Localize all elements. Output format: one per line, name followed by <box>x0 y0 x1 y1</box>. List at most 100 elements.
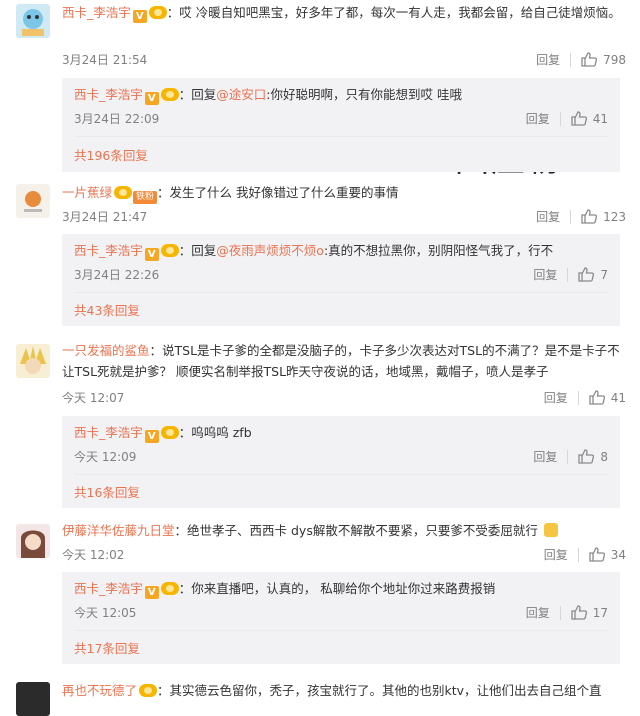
comment-username[interactable]: 一片蕉绿 <box>62 185 112 200</box>
reply-button[interactable]: 回复 <box>544 389 568 406</box>
reply-prefix: ：你来直播吧，认真的， 私聊给你个地址你过来路费报销 <box>178 581 496 596</box>
avatar[interactable] <box>16 184 50 218</box>
divider <box>577 547 579 562</box>
verified-icon: V <box>144 248 159 261</box>
divider <box>74 630 608 631</box>
verified-icon: V <box>144 92 159 105</box>
reply-item: 西卡_李浩宇 V ：你来直播吧，认真的， 私聊给你个地址你过来路费报销 今天 12:… <box>74 578 608 620</box>
reply-item: 西卡_李浩宇 V ：回复@途安口:你好聪明啊，只有你能想到哎 哇哦 3月24日 22… <box>74 84 608 126</box>
reply-button[interactable]: 回复 <box>536 51 560 68</box>
reply-button[interactable]: 回复 <box>533 266 557 283</box>
like-count: 7 <box>600 267 608 282</box>
reply-username[interactable]: 西卡_李浩宇 <box>74 243 143 258</box>
like-button[interactable]: 8 <box>578 449 608 464</box>
divider <box>74 136 608 137</box>
comment-time: 今天 12:02 <box>62 548 125 562</box>
member-icon <box>160 88 179 101</box>
comment-text: ：其实德云色留你，秃子，孩宝就行了。其他的也别ktv，让他们出去自己组个直 <box>157 683 602 698</box>
divider <box>570 52 572 67</box>
reply-button[interactable]: 回复 <box>526 604 550 621</box>
like-button[interactable]: 41 <box>589 390 626 405</box>
reply-username[interactable]: 西卡_李浩宇 <box>74 425 143 440</box>
reply-item: 西卡_李浩宇 V ：回复@夜雨声烦烦不烦o:真的不想拉黑你，别阴阳怪气我了，行不 3… <box>74 240 608 282</box>
like-button[interactable]: 798 <box>581 52 626 67</box>
divider <box>570 209 572 224</box>
comment-text: ：绝世孝子、西西卡 dys解散不解散不要紧，只要爹不受委屈就行 <box>174 523 538 538</box>
like-button[interactable]: 123 <box>581 209 626 224</box>
divider <box>74 292 608 293</box>
divider <box>74 474 608 475</box>
member-icon <box>160 426 179 439</box>
more-replies-link[interactable]: 共17条回复 <box>74 638 140 657</box>
divider <box>567 449 569 464</box>
thumbs-up-icon <box>571 605 587 620</box>
like-button[interactable]: 41 <box>571 111 608 126</box>
comment-text: ：发生了什么 我好像错过了什么重要的事情 <box>157 185 399 200</box>
avatar[interactable] <box>16 524 50 558</box>
like-button[interactable]: 34 <box>589 547 626 562</box>
avatar[interactable] <box>16 4 50 38</box>
reply-button[interactable]: 回复 <box>536 208 560 225</box>
thumbs-up-icon <box>571 111 587 126</box>
comment-username[interactable]: 再也不玩德了 <box>62 683 137 698</box>
divider <box>559 111 561 126</box>
more-replies-link[interactable]: 共16条回复 <box>74 482 140 501</box>
thumbs-up-icon <box>578 449 595 464</box>
member-icon <box>160 244 179 257</box>
avatar[interactable] <box>16 344 50 378</box>
reply-button[interactable]: 回复 <box>533 448 557 465</box>
reply-username[interactable]: 西卡_李浩宇 <box>74 87 143 102</box>
like-count: 41 <box>610 390 626 405</box>
reply-button[interactable]: 回复 <box>544 546 568 563</box>
fan-badge: 铁粉 <box>133 191 158 204</box>
reply-username[interactable]: 西卡_李浩宇 <box>74 581 143 596</box>
divider <box>559 605 561 620</box>
thumbs-up-icon <box>581 209 598 224</box>
like-button[interactable]: 7 <box>578 267 608 282</box>
thumbs-up-icon <box>578 267 595 282</box>
mention-link[interactable]: @夜雨声烦烦不烦o <box>216 243 324 258</box>
like-count: 798 <box>603 52 626 67</box>
comment-username[interactable]: 伊藤洋华佐藤九日堂 <box>62 523 175 538</box>
more-replies-link[interactable]: 共196条回复 <box>74 145 148 164</box>
reply-time: 今天 12:05 <box>74 606 137 620</box>
reply-time: 3月24日 22:09 <box>74 112 160 126</box>
comment-time: 3月24日 21:54 <box>62 53 148 67</box>
member-icon <box>114 186 133 199</box>
mention-link[interactable]: @途安口 <box>216 87 266 102</box>
member-icon <box>148 6 167 19</box>
comment-time: 今天 12:07 <box>62 391 125 405</box>
reply-text: :你好聪明啊，只有你能想到哎 哇哦 <box>266 87 462 102</box>
like-button[interactable]: 17 <box>571 605 608 620</box>
avatar[interactable] <box>16 682 50 716</box>
comment-text: ：哎 冷暖自知吧黑宝，好多年了都，每次一有人走，我都会留，给自己徒增烦恼。 <box>166 5 621 20</box>
reply-prefix: ：回复 <box>178 87 217 102</box>
thumbs-up-icon <box>589 390 605 405</box>
reply-button[interactable]: 回复 <box>526 110 550 127</box>
reply-box: 西卡_李浩宇 V ：回复@夜雨声烦烦不烦o:真的不想拉黑你，别阴阳怪气我了，行不 3… <box>62 234 620 326</box>
like-count: 123 <box>603 209 626 224</box>
like-count: 8 <box>600 449 608 464</box>
comment-time: 3月24日 21:47 <box>62 210 148 224</box>
like-count: 34 <box>610 547 626 562</box>
reply-item: 西卡_李浩宇 V ：呜呜呜 zfb 今天 12:09 回复 8 <box>74 422 608 464</box>
divider <box>567 267 569 282</box>
member-icon <box>139 684 158 697</box>
reply-box: 西卡_李浩宇 V ：呜呜呜 zfb 今天 12:09 回复 8 共16条回复 <box>62 416 620 508</box>
reply-time: 3月24日 22:26 <box>74 268 160 282</box>
reply-prefix: ：回复 <box>178 243 217 258</box>
thumbs-up-icon <box>581 52 598 67</box>
like-count: 17 <box>592 605 608 620</box>
comment-username[interactable]: 一只发福的鲨鱼 <box>62 343 150 358</box>
divider <box>577 390 579 405</box>
thumbs-up-emoji-icon <box>543 523 558 537</box>
comment-username[interactable]: 西卡_李浩宇 <box>62 5 131 20</box>
more-replies-link[interactable]: 共43条回复 <box>74 300 140 319</box>
reply-time: 今天 12:09 <box>74 450 137 464</box>
verified-icon: V <box>132 10 147 23</box>
reply-box: 西卡_李浩宇 V ：你来直播吧，认真的， 私聊给你个地址你过来路费报销 今天 12:… <box>62 572 620 664</box>
like-count: 41 <box>592 111 608 126</box>
verified-icon: V <box>144 430 159 443</box>
reply-text: :真的不想拉黑你，别阴阳怪气我了，行不 <box>323 243 554 258</box>
reply-box: 西卡_李浩宇 V ：回复@途安口:你好聪明啊，只有你能想到哎 哇哦 3月24日 22… <box>62 78 620 172</box>
